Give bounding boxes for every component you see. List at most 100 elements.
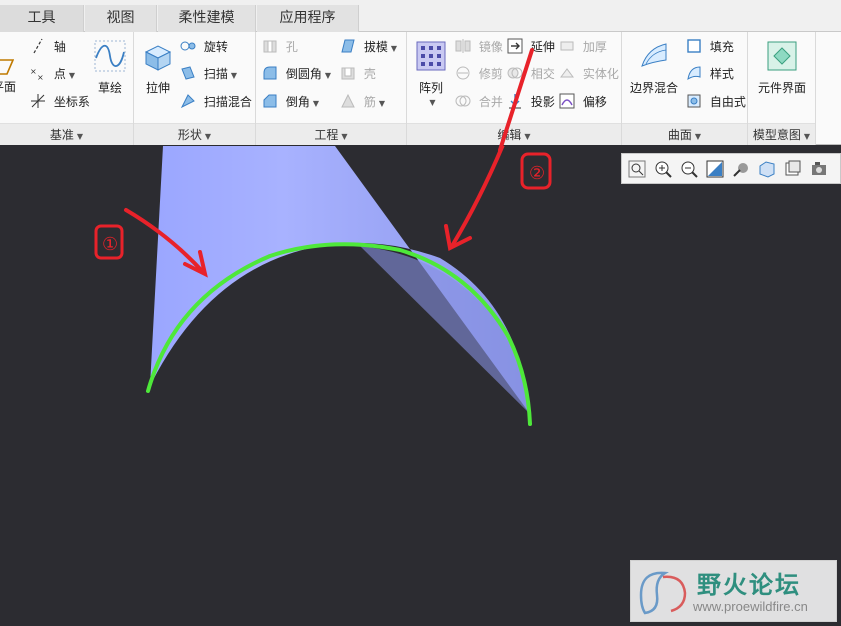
point-label: 点: [53, 67, 66, 81]
component-interface-button[interactable]: 元件界面: [750, 40, 814, 96]
model-scene: ① ②: [94, 146, 552, 426]
group-engineering-label[interactable]: 工程 ▼: [256, 123, 406, 145]
saved-views-icon[interactable]: [784, 160, 802, 178]
merge-label: 合并: [478, 95, 503, 109]
freestyle-button[interactable]: 自由式: [686, 91, 746, 113]
fill-button[interactable]: 填充: [686, 36, 734, 58]
group-editing-label[interactable]: 编辑 ▼: [407, 123, 621, 145]
tab-applications[interactable]: 应用程序: [257, 5, 359, 32]
round-label: 倒圆角: [285, 67, 322, 81]
round-button[interactable]: 倒圆角 ▼: [262, 63, 331, 85]
extend-button[interactable]: 延伸: [507, 36, 555, 58]
csys-button[interactable]: 坐标系: [30, 91, 90, 113]
annotation-label-2: ②: [520, 152, 552, 190]
shell-button[interactable]: 壳: [340, 63, 376, 85]
freestyle-icon: [687, 94, 701, 108]
merge-button[interactable]: 合并: [455, 91, 503, 113]
group-surfaces: 边界混合 填充 样式 自由式 曲面 ▼: [622, 32, 748, 145]
extrude-button[interactable]: 拉伸: [138, 40, 178, 96]
group-model-intent-label[interactable]: 模型意图 ▼: [748, 123, 815, 145]
solidify-label: 实体化: [582, 67, 619, 81]
project-button[interactable]: 投影: [507, 91, 555, 113]
chevron-down-icon[interactable]: ▼: [313, 99, 319, 108]
group-engineering: 孔 倒圆角 ▼ 倒角 ▼ 拔模 ▼ 壳 筋 ▼ 工程 ▼: [256, 32, 407, 145]
intersect-label: 相交: [530, 67, 555, 81]
group-shapes-label[interactable]: 形状 ▼: [134, 123, 255, 145]
swept-blend-label: 扫描混合: [203, 95, 252, 109]
hole-button[interactable]: 孔: [262, 36, 298, 58]
chevron-down-icon: ▼: [694, 132, 702, 141]
group-surfaces-label[interactable]: 曲面 ▼: [622, 123, 747, 145]
tab-flexible-modeling[interactable]: 柔性建模: [158, 5, 256, 32]
offset-button[interactable]: 偏移: [559, 91, 607, 113]
revolve-icon: [180, 41, 196, 51]
tab-tools[interactable]: 工具: [0, 5, 84, 32]
chevron-down-icon: ▼: [524, 132, 531, 141]
draft-button[interactable]: 拔模 ▼: [340, 36, 397, 58]
boundary-blend-label: 边界混合: [629, 81, 678, 95]
group-datum-label[interactable]: 基准 ▼: [0, 123, 133, 145]
chamfer-button[interactable]: 倒角 ▼: [262, 91, 319, 113]
intersect-button[interactable]: 相交: [507, 63, 555, 85]
annotation-label-1: ①: [94, 224, 124, 260]
point-button[interactable]: × × 点 ▼: [30, 63, 75, 85]
offset-label: 偏移: [582, 95, 607, 109]
camera-icon[interactable]: [810, 160, 828, 178]
display-style-icon[interactable]: [732, 160, 750, 178]
zoom-fit-icon[interactable]: [628, 160, 646, 178]
chevron-down-icon: ▼: [204, 132, 212, 141]
reframe-icon[interactable]: [706, 160, 724, 178]
component-interface-label: 元件界面: [757, 81, 806, 95]
zoom-out-icon[interactable]: [680, 160, 698, 178]
draft-label: 拔模: [363, 40, 388, 54]
sketch-button[interactable]: 草绘: [90, 40, 130, 96]
chevron-down-icon[interactable]: ▼: [325, 71, 331, 80]
svg-text:②: ②: [529, 163, 545, 184]
revolve-button[interactable]: 旋转: [180, 36, 228, 58]
chevron-down-icon[interactable]: ▼: [414, 98, 451, 107]
surface-body[interactable]: [150, 146, 530, 414]
sweep-label: 扫描: [203, 67, 228, 81]
swept-blend-button[interactable]: 扫描混合: [180, 91, 252, 113]
mirror-label: 镜像: [478, 40, 503, 54]
shaded-view-icon[interactable]: [758, 160, 776, 178]
fill-icon: [687, 39, 701, 53]
plane-button[interactable]: 平面: [0, 59, 16, 98]
forum-url: www.proewildfire.cn: [693, 599, 808, 614]
extend-label: 延伸: [530, 40, 555, 54]
solidify-button[interactable]: 实体化: [559, 63, 619, 85]
extrude-label: 拉伸: [145, 81, 170, 95]
solidify-icon: [560, 68, 574, 78]
graphics-viewport[interactable]: ① ②: [0, 146, 841, 626]
tab-view[interactable]: 视图: [85, 5, 157, 32]
trim-label: 修剪: [478, 67, 503, 81]
axis-button[interactable]: 轴: [30, 36, 66, 58]
chevron-down-icon[interactable]: ▼: [231, 71, 237, 80]
style-icon: [687, 66, 701, 81]
sweep-button[interactable]: 扫描 ▼: [180, 63, 237, 85]
zoom-in-icon[interactable]: [654, 160, 672, 178]
view-toolbar: [621, 153, 841, 184]
thicken-button[interactable]: 加厚: [559, 36, 607, 58]
shell-icon: [341, 67, 355, 80]
freestyle-label: 自由式: [709, 95, 746, 109]
style-button[interactable]: 样式: [686, 63, 734, 85]
annotation-arrow-2: [444, 146, 505, 251]
chevron-down-icon[interactable]: ▼: [69, 71, 75, 80]
mirror-button[interactable]: 镜像: [455, 36, 503, 58]
svg-text:①: ①: [102, 234, 118, 255]
group-datum: 平面 轴 ×× 点▼ 坐标系 草绘 基准▼: [0, 32, 134, 145]
boundary-blend-button[interactable]: 边界混合: [626, 40, 682, 96]
trim-button[interactable]: 修剪: [455, 63, 503, 85]
sweep-icon: [181, 66, 195, 80]
chevron-down-icon: ▼: [76, 132, 84, 141]
group-model-intent: 元件界面 模型意图 ▼: [748, 32, 816, 145]
chevron-down-icon[interactable]: ▼: [379, 99, 385, 108]
thicken-icon: [560, 41, 574, 51]
rib-button[interactable]: 筋 ▼: [340, 91, 385, 113]
pattern-icon: [416, 41, 446, 71]
chevron-down-icon[interactable]: ▼: [391, 44, 397, 53]
revolve-label: 旋转: [203, 40, 228, 54]
pattern-button[interactable]: 阵列 ▼: [411, 40, 451, 107]
thicken-label: 加厚: [582, 40, 607, 54]
